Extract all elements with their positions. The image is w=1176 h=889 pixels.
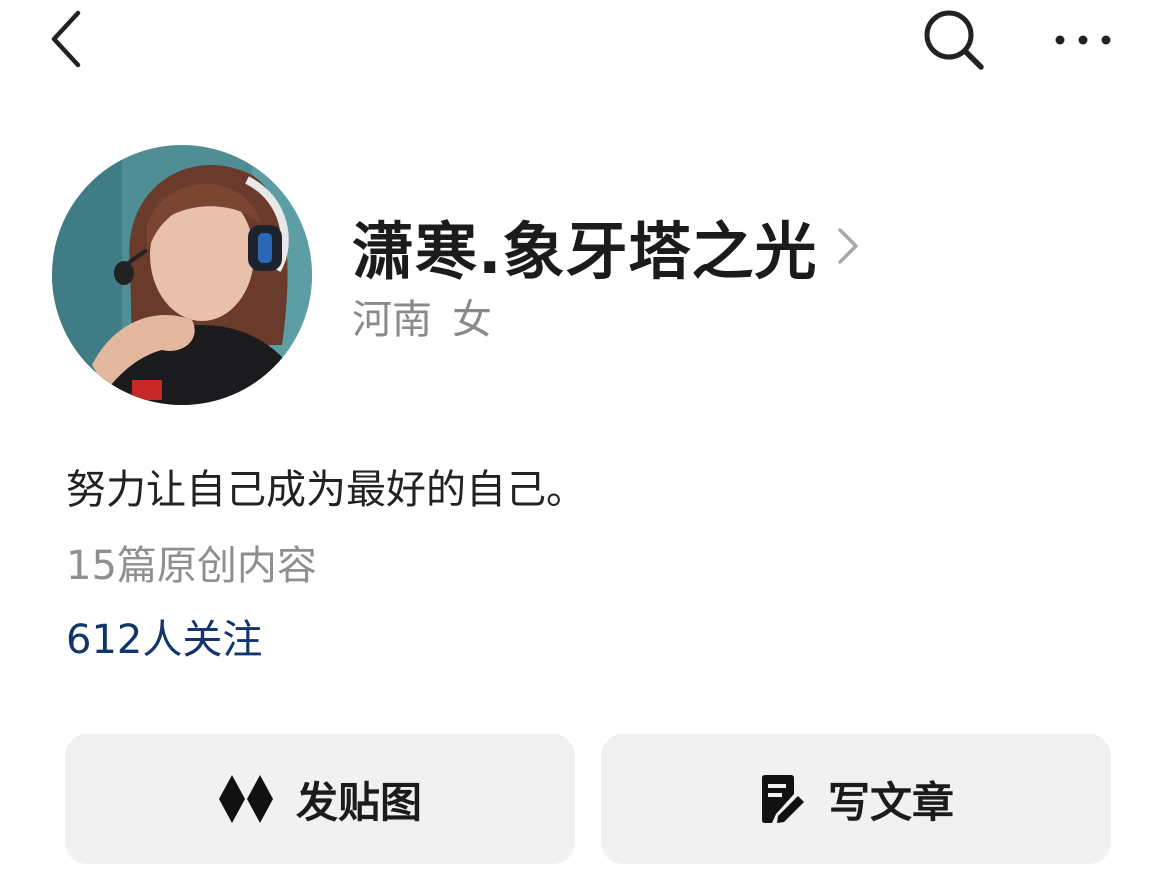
search-button[interactable]	[918, 6, 988, 76]
profile-name-link[interactable]: 潇寒.象牙塔之光	[352, 206, 862, 288]
back-button[interactable]	[36, 8, 96, 74]
profile-name: 潇寒.象牙塔之光	[352, 215, 818, 288]
more-horizontal-icon	[1053, 32, 1113, 51]
profile-gender: 女	[452, 297, 492, 343]
avatar[interactable]	[52, 145, 312, 405]
profile-page: 潇寒.象牙塔之光 河南女 努力让自己成为最好的自己。 15篇原创内容 612人关…	[0, 0, 1176, 889]
profile-meta: 河南女	[352, 294, 492, 346]
post-image-button[interactable]: 发贴图	[65, 734, 575, 864]
chevron-left-icon	[48, 9, 84, 73]
avatar-photo	[52, 145, 312, 405]
write-article-button[interactable]: 写文章	[601, 734, 1111, 864]
post-image-label: 发贴图	[295, 777, 422, 827]
followers-count[interactable]: 612人关注	[66, 612, 262, 668]
more-button[interactable]	[1050, 16, 1116, 66]
profile-region: 河南	[352, 297, 432, 343]
search-icon	[921, 7, 985, 75]
diamonds-logo-icon	[218, 773, 274, 825]
chevron-right-icon	[836, 224, 862, 268]
write-article-label: 写文章	[827, 777, 954, 827]
note-edit-icon	[758, 774, 806, 824]
original-content-count: 15篇原创内容	[66, 543, 317, 589]
profile-bio: 努力让自己成为最好的自己。	[66, 467, 586, 513]
